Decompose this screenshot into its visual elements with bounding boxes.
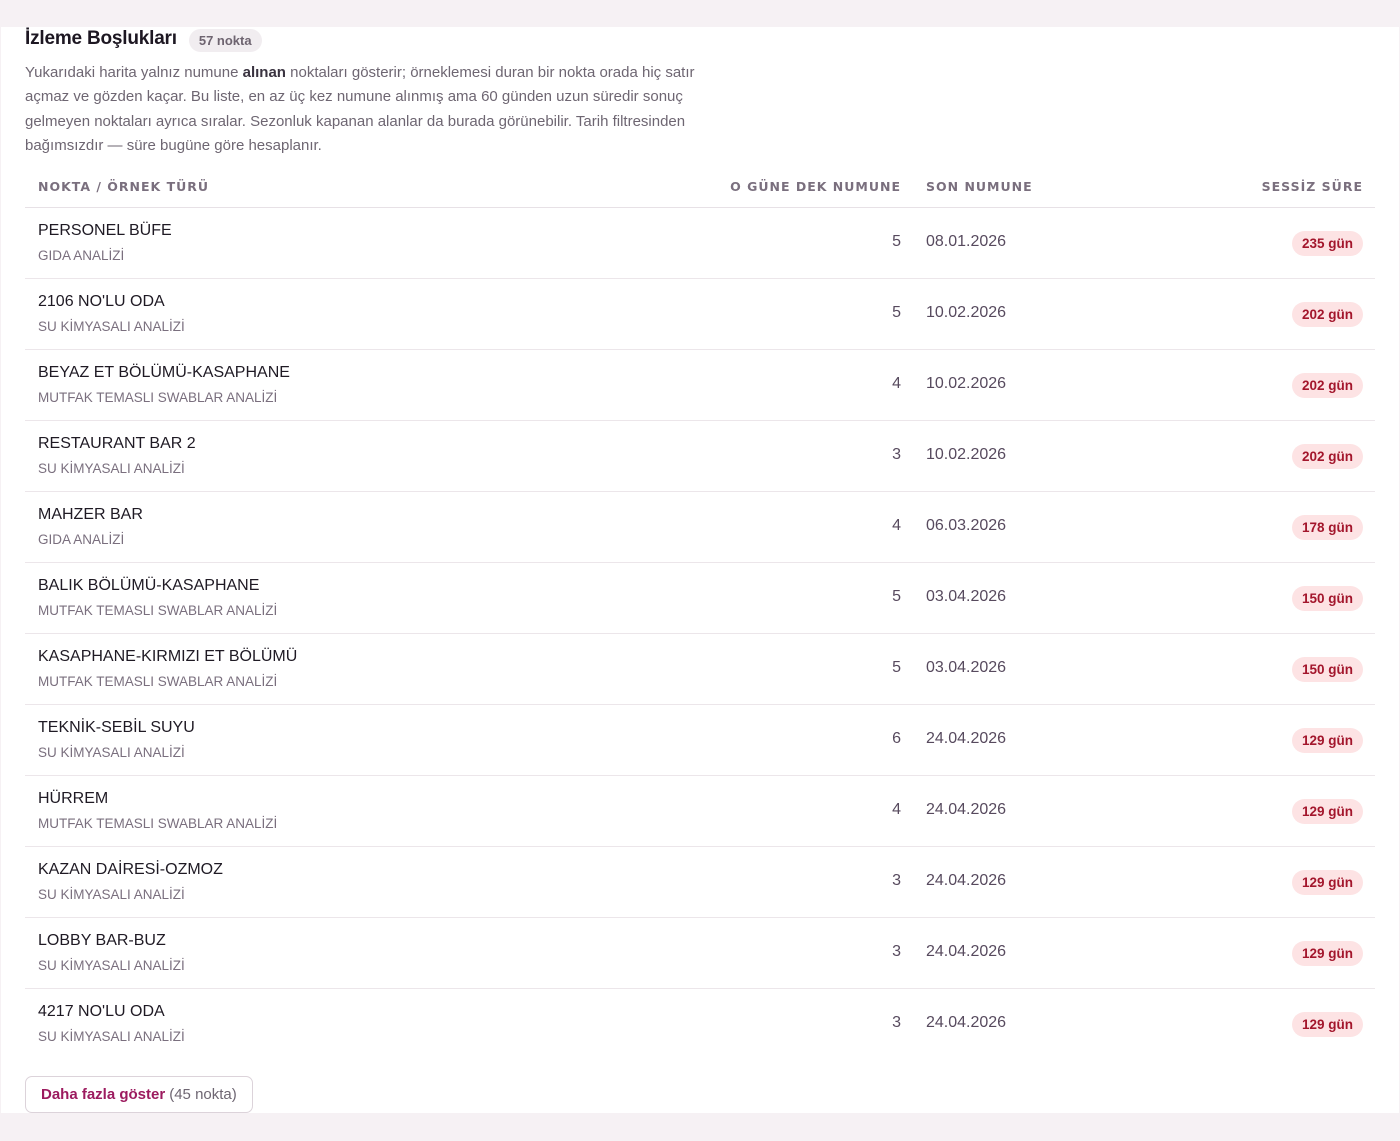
sample-type: SU KİMYASALI ANALİZİ xyxy=(38,1029,185,1044)
last-sample-date: 10.02.2026 xyxy=(926,375,1007,392)
last-sample-date: 08.01.2026 xyxy=(926,233,1007,250)
silent-duration-badge: 129 gün xyxy=(1291,1012,1363,1037)
table-header: NOKTA / ÖRNEK TÜRÜ O GÜNE DEK NUMUNE SON… xyxy=(25,177,1375,208)
table-row[interactable]: MAHZER BAR GIDA ANALİZİ 4 06.03.2026 178 gün xyxy=(25,492,1375,563)
point-name: BEYAZ ET BÖLÜMÜ-KASAPHANE xyxy=(38,364,290,381)
point-name: 2106 NO'LU ODA xyxy=(38,293,165,310)
point-name: BALIK BÖLÜMÜ-KASAPHANE xyxy=(38,577,260,594)
table-row[interactable]: BALIK BÖLÜMÜ-KASAPHANE MUTFAK TEMASLI SWA… xyxy=(25,563,1375,634)
sample-count: 4 xyxy=(892,375,901,392)
point-name: KASAPHANE-KIRMIZI ET BÖLÜMÜ xyxy=(38,648,298,665)
table-row[interactable]: RESTAURANT BAR 2 SU KİMYASALI ANALİZİ 3 10.… xyxy=(25,421,1375,492)
silent-duration-badge: 202 gün xyxy=(1291,444,1363,469)
point-name: HÜRREM xyxy=(38,790,109,807)
sample-count: 6 xyxy=(892,730,901,747)
last-sample-date: 24.04.2026 xyxy=(926,872,1007,889)
table-row[interactable]: KASAPHANE-KIRMIZI ET BÖLÜMÜ MUTFAK TEMASL… xyxy=(25,634,1375,705)
silent-duration-badge: 129 gün xyxy=(1291,870,1363,895)
silent-duration-badge: 129 gün xyxy=(1291,941,1363,966)
last-sample-date: 24.04.2026 xyxy=(926,943,1007,960)
last-sample-date: 06.03.2026 xyxy=(926,517,1007,534)
column-header-point[interactable]: NOKTA / ÖRNEK TÜRÜ xyxy=(38,179,209,194)
sample-type: MUTFAK TEMASLI SWABLAR ANALİZİ xyxy=(38,816,278,831)
point-name: MAHZER BAR xyxy=(38,506,143,523)
silent-duration-badge: 150 gün xyxy=(1291,586,1363,611)
show-more-button[interactable]: Daha fazla göster (45 nokta) xyxy=(25,1076,253,1113)
silent-duration-badge: 129 gün xyxy=(1291,799,1363,824)
sample-count: 3 xyxy=(892,446,901,463)
silent-duration-badge: 150 gün xyxy=(1291,657,1363,682)
table-row[interactable]: TEKNİK-SEBİL SUYU SU KİMYASALI ANALİZİ 6 24… xyxy=(25,705,1375,776)
show-more-label: Daha fazla göster xyxy=(41,1086,166,1103)
table-row[interactable]: 4217 NO'LU ODA SU KİMYASALI ANALİZİ 3 24.04… xyxy=(25,989,1375,1059)
point-name: KAZAN DAİRESİ-OZMOZ xyxy=(38,861,223,878)
silent-duration-badge: 235 gün xyxy=(1291,231,1363,256)
section-header: İzleme Boşlukları 57 nokta xyxy=(25,27,262,52)
table-row[interactable]: LOBBY BAR-BUZ SU KİMYASALI ANALİZİ 3 24.04.… xyxy=(25,918,1375,989)
sample-type: MUTFAK TEMASLI SWABLAR ANALİZİ xyxy=(38,603,278,618)
table-row[interactable]: 2106 NO'LU ODA SU KİMYASALI ANALİZİ 5 10.02… xyxy=(25,279,1375,350)
description-part-1: Yukarıdaki harita yalnız numune xyxy=(25,64,243,81)
last-sample-date: 03.04.2026 xyxy=(926,588,1007,605)
point-name: LOBBY BAR-BUZ xyxy=(38,932,166,949)
column-header-last-sample[interactable]: SON NUMUNE xyxy=(926,179,1033,194)
sample-type: MUTFAK TEMASLI SWABLAR ANALİZİ xyxy=(38,390,278,405)
last-sample-date: 10.02.2026 xyxy=(926,304,1007,321)
monitoring-gaps-card: İzleme Boşlukları 57 nokta Yukarıdaki ha… xyxy=(1,27,1399,1113)
sample-type: MUTFAK TEMASLI SWABLAR ANALİZİ xyxy=(38,674,278,689)
table-row[interactable]: BEYAZ ET BÖLÜMÜ-KASAPHANE MUTFAK TEMASLI … xyxy=(25,350,1375,421)
sample-count: 3 xyxy=(892,943,901,960)
sample-count: 5 xyxy=(892,588,901,605)
count-badge: 57 nokta xyxy=(188,29,262,52)
silent-duration-badge: 202 gün xyxy=(1291,373,1363,398)
sample-count: 5 xyxy=(892,659,901,676)
sample-count: 4 xyxy=(892,801,901,818)
silent-duration-badge: 178 gün xyxy=(1291,515,1363,540)
point-name: 4217 NO'LU ODA xyxy=(38,1003,165,1020)
point-name: TEKNİK-SEBİL SUYU xyxy=(38,719,195,736)
column-header-silent-duration[interactable]: SESSİZ SÜRE xyxy=(1262,179,1363,194)
column-header-count[interactable]: O GÜNE DEK NUMUNE xyxy=(730,179,901,194)
sample-type: GIDA ANALİZİ xyxy=(38,532,125,547)
last-sample-date: 24.04.2026 xyxy=(926,730,1007,747)
description-emphasis: alınan xyxy=(242,64,286,81)
table-body: PERSONEL BÜFE GIDA ANALİZİ 5 08.01.2026 235 … xyxy=(25,208,1375,1059)
table-row[interactable]: HÜRREM MUTFAK TEMASLI SWABLAR ANALİZİ 4 24.… xyxy=(25,776,1375,847)
sample-type: SU KİMYASALI ANALİZİ xyxy=(38,745,185,760)
point-name: PERSONEL BÜFE xyxy=(38,222,172,239)
last-sample-date: 24.04.2026 xyxy=(926,801,1007,818)
show-more-count: (45 nokta) xyxy=(169,1086,237,1103)
sample-count: 3 xyxy=(892,1014,901,1031)
sample-type: SU KİMYASALI ANALİZİ xyxy=(38,958,185,973)
last-sample-date: 03.04.2026 xyxy=(926,659,1007,676)
point-name: RESTAURANT BAR 2 xyxy=(38,435,196,452)
silent-duration-badge: 202 gün xyxy=(1291,302,1363,327)
table-row[interactable]: PERSONEL BÜFE GIDA ANALİZİ 5 08.01.2026 235 … xyxy=(25,208,1375,279)
section-title: İzleme Boşlukları xyxy=(25,28,177,49)
sample-type: GIDA ANALİZİ xyxy=(38,248,125,263)
sample-count: 5 xyxy=(892,304,901,321)
table-row[interactable]: KAZAN DAİRESİ-OZMOZ SU KİMYASALI ANALİZİ 3… xyxy=(25,847,1375,918)
last-sample-date: 24.04.2026 xyxy=(926,1014,1007,1031)
sample-count: 5 xyxy=(892,233,901,250)
sample-count: 3 xyxy=(892,872,901,889)
sample-count: 4 xyxy=(892,517,901,534)
sample-type: SU KİMYASALI ANALİZİ xyxy=(38,887,185,902)
silent-duration-badge: 129 gün xyxy=(1291,728,1363,753)
sample-type: SU KİMYASALI ANALİZİ xyxy=(38,319,185,334)
sample-type: SU KİMYASALI ANALİZİ xyxy=(38,461,185,476)
section-description: Yukarıdaki harita yalnız numune alınan n… xyxy=(25,61,705,158)
last-sample-date: 10.02.2026 xyxy=(926,446,1007,463)
